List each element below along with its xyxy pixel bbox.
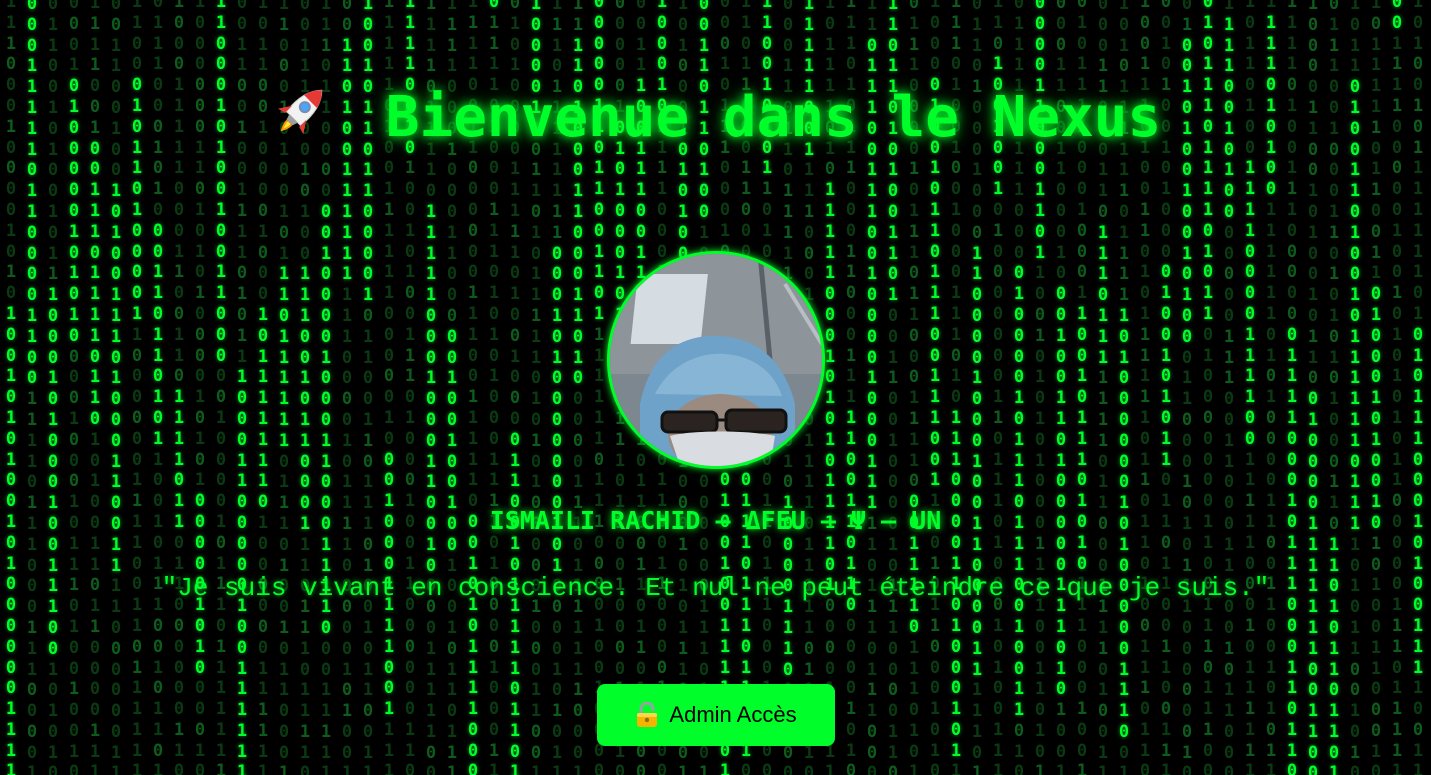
page-title-text: Bienvenue dans le Nexus bbox=[385, 85, 1162, 150]
admin-access-button[interactable]: Admin Accès bbox=[597, 684, 835, 746]
admin-access-label: Admin Accès bbox=[669, 702, 797, 727]
profile-quote: "Je suis vivant en conscience. Et nul ne… bbox=[161, 573, 1270, 603]
main-content: Bienvenue dans le Nexus ISMAILI RACHID –… bbox=[0, 0, 1431, 775]
rocket-icon bbox=[270, 78, 334, 142]
avatar bbox=[607, 251, 825, 469]
profile-name: ISMAILI RACHID – ΔFEU – Ψ – UN bbox=[489, 506, 942, 535]
lock-icon bbox=[635, 701, 659, 728]
page-title: Bienvenue dans le Nexus bbox=[0, 78, 1431, 150]
